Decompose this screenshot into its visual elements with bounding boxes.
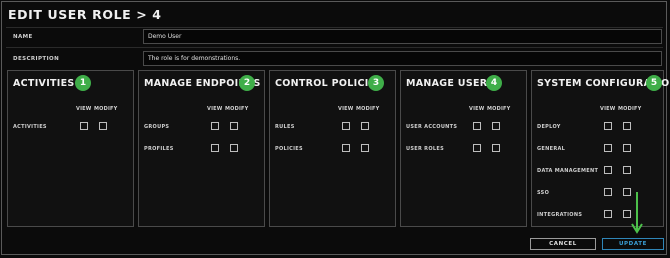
sso-view-checkbox[interactable] <box>604 188 612 196</box>
arrow-down-icon <box>631 192 643 234</box>
activities-modify-checkbox[interactable] <box>99 122 107 130</box>
groups-view-checkbox[interactable] <box>211 122 219 130</box>
step-badge: 5 <box>646 75 662 91</box>
update-button[interactable]: UPDATE <box>602 238 664 250</box>
permission-label-activities: ACTIVITIES <box>13 124 47 130</box>
user-roles-view-checkbox[interactable] <box>473 144 481 152</box>
modify-column-header: MODIFY <box>487 106 511 112</box>
divider <box>6 47 663 48</box>
divider <box>6 27 663 28</box>
step-badge: 4 <box>486 75 502 91</box>
step-badge: 3 <box>368 75 384 91</box>
permission-label-sso: SSO <box>537 190 550 196</box>
permission-label-profiles: PROFILES <box>144 146 174 152</box>
modify-column-header: MODIFY <box>356 106 380 112</box>
sso-modify-checkbox[interactable] <box>623 188 631 196</box>
deploy-view-checkbox[interactable] <box>604 122 612 130</box>
step-badge: 1 <box>75 75 91 91</box>
modify-column-header: MODIFY <box>225 106 249 112</box>
modify-column-header: MODIFY <box>94 106 118 112</box>
page-title: EDIT USER ROLE > 4 <box>8 7 162 22</box>
view-column-header: VIEW <box>338 106 354 112</box>
modify-column-header: MODIFY <box>618 106 642 112</box>
permission-label-user-roles: USER ROLES <box>406 146 444 152</box>
permission-label-general: GENERAL <box>537 146 566 152</box>
rules-view-checkbox[interactable] <box>342 122 350 130</box>
user-accounts-modify-checkbox[interactable] <box>492 122 500 130</box>
groups-modify-checkbox[interactable] <box>230 122 238 130</box>
user-accounts-view-checkbox[interactable] <box>473 122 481 130</box>
data-management-modify-checkbox[interactable] <box>623 166 631 174</box>
name-field[interactable] <box>143 29 662 44</box>
panel-manage-users: MANAGE USERS 4 VIEW MODIFY USER ACCOUNTS… <box>400 70 527 227</box>
permission-label-data-management: DATA MANAGEMENT <box>537 168 599 174</box>
panel-title: ACTIVITIES <box>13 78 75 89</box>
panel-manage-endpoints: MANAGE ENDPOINTS 2 VIEW MODIFY GROUPS PR… <box>138 70 265 227</box>
activities-view-checkbox[interactable] <box>80 122 88 130</box>
permission-label-deploy: DEPLOY <box>537 124 561 130</box>
policies-view-checkbox[interactable] <box>342 144 350 152</box>
permission-label-user-accounts: USER ACCOUNTS <box>406 124 458 130</box>
view-column-header: VIEW <box>207 106 223 112</box>
panel-control-policies: CONTROL POLICIES 3 VIEW MODIFY RULES POL… <box>269 70 396 227</box>
description-label: DESCRIPTION <box>13 56 60 62</box>
panel-title: CONTROL POLICIES <box>275 78 383 89</box>
panel-title: MANAGE USERS <box>406 78 495 89</box>
description-field[interactable] <box>143 51 662 66</box>
profiles-view-checkbox[interactable] <box>211 144 219 152</box>
general-modify-checkbox[interactable] <box>623 144 631 152</box>
data-management-view-checkbox[interactable] <box>604 166 612 174</box>
step-badge: 2 <box>239 75 255 91</box>
permission-label-groups: GROUPS <box>144 124 170 130</box>
profiles-modify-checkbox[interactable] <box>230 144 238 152</box>
policies-modify-checkbox[interactable] <box>361 144 369 152</box>
permission-label-policies: POLICIES <box>275 146 303 152</box>
integrations-view-checkbox[interactable] <box>604 210 612 218</box>
view-column-header: VIEW <box>76 106 92 112</box>
panel-activities: ACTIVITIES 1 VIEW MODIFY ACTIVITIES <box>7 70 134 227</box>
general-view-checkbox[interactable] <box>604 144 612 152</box>
deploy-modify-checkbox[interactable] <box>623 122 631 130</box>
view-column-header: VIEW <box>600 106 616 112</box>
rules-modify-checkbox[interactable] <box>361 122 369 130</box>
panel-system-configuration: SYSTEM CONFIGURATION 5 VIEW MODIFY DEPLO… <box>531 70 670 227</box>
view-column-header: VIEW <box>469 106 485 112</box>
user-roles-modify-checkbox[interactable] <box>492 144 500 152</box>
permission-label-integrations: INTEGRATIONS <box>537 212 583 218</box>
name-label: NAME <box>13 34 33 40</box>
permission-label-rules: RULES <box>275 124 295 130</box>
integrations-modify-checkbox[interactable] <box>623 210 631 218</box>
cancel-button[interactable]: CANCEL <box>530 238 596 250</box>
